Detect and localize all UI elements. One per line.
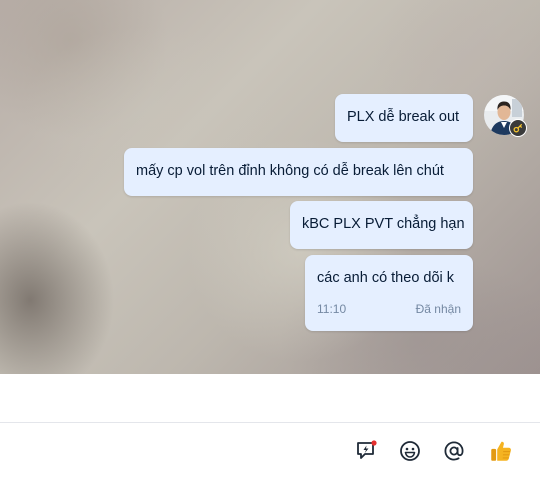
message-bubble[interactable]: mấy cp vol trên đỉnh không có dễ break l… bbox=[124, 148, 473, 196]
emoji-icon bbox=[400, 441, 420, 461]
key-icon bbox=[509, 119, 527, 137]
sender-avatar[interactable] bbox=[484, 95, 527, 137]
message-input[interactable] bbox=[10, 374, 534, 422]
message-text: mấy cp vol trên đỉnh không có dễ break l… bbox=[136, 163, 444, 179]
message-text: các anh có theo dõi k bbox=[317, 270, 455, 286]
message-text: PLX dễ break out bbox=[347, 109, 460, 125]
like-button[interactable] bbox=[486, 436, 516, 466]
composer-input-row bbox=[0, 374, 540, 423]
message-text: kBC PLX PVT chẳng hạn bbox=[302, 216, 465, 232]
thumbs-up-icon bbox=[491, 441, 511, 461]
emoji-button[interactable] bbox=[395, 436, 425, 466]
mention-icon bbox=[444, 441, 464, 461]
chat-message-area: PLX dễ break out mấy cp vol trên đỉnh kh… bbox=[0, 0, 540, 374]
mention-button[interactable] bbox=[439, 436, 469, 466]
message-bubble[interactable]: các anh có theo dõi k 11:10 Đã nhận bbox=[305, 255, 473, 331]
quick-message-button[interactable] bbox=[351, 436, 381, 466]
message-bubble[interactable]: PLX dễ break out bbox=[335, 94, 473, 142]
quick-message-icon bbox=[357, 440, 377, 459]
message-bubble[interactable]: kBC PLX PVT chẳng hạn bbox=[290, 201, 473, 249]
message-meta: 11:10 Đã nhận bbox=[317, 302, 461, 316]
message-time: 11:10 bbox=[317, 302, 347, 316]
message-status: Đã nhận bbox=[415, 302, 461, 316]
